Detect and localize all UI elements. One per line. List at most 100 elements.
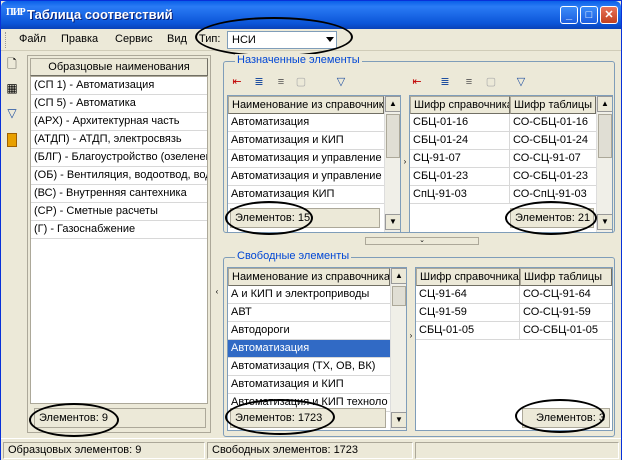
minimize-button[interactable]: _ xyxy=(560,6,578,24)
scrollbar[interactable]: ▲ ▼ xyxy=(596,96,612,232)
free-group-label: Свободные элементы xyxy=(235,250,352,262)
scrollbar[interactable]: ▲ ▼ xyxy=(390,268,406,430)
reference-row[interactable]: (АРХ) - Архитектурная часть xyxy=(31,113,207,131)
close-button[interactable]: ✕ xyxy=(600,6,618,24)
list-item[interactable]: Автоматизация и управление xyxy=(228,168,384,186)
list-clear-icon[interactable]: ▢ xyxy=(293,74,309,90)
assigned-left-list: Наименование из справочник Автоматизация… xyxy=(227,95,401,233)
splitter-collapse-icon[interactable]: ‹ xyxy=(214,275,220,309)
title-bar[interactable]: ПИР Таблица соответствий _ □ ✕ xyxy=(1,1,621,29)
type-select[interactable]: НСИ xyxy=(227,31,337,49)
free-right-list: Шифр справочника Шифр таблицы СЦ-91-64 С… xyxy=(415,267,613,431)
table-cell[interactable]: СО-СЦ-91-59 xyxy=(520,304,612,322)
assigned-right-header-code[interactable]: Шифр справочника xyxy=(410,96,510,114)
list-item-selected[interactable]: Автоматизация xyxy=(228,340,390,358)
list-item[interactable]: А и КИП и электроприводы xyxy=(228,286,390,304)
table-cell[interactable]: СБЦ-01-23 xyxy=(410,168,510,186)
status-bar: Образцовых элементов: 9 Свободных элемен… xyxy=(1,438,621,460)
chevron-down-icon[interactable] xyxy=(326,37,334,42)
scroll-up-icon[interactable]: ▲ xyxy=(391,268,406,284)
list-item[interactable]: Автоматизация КИП xyxy=(228,186,384,204)
menu-file[interactable]: Файл xyxy=(19,33,46,45)
new-document-icon[interactable]: 🗋 xyxy=(5,57,19,71)
splitter-expand-icon[interactable]: › xyxy=(408,319,414,353)
reference-row[interactable]: (ВС) - Внутренняя сантехника xyxy=(31,185,207,203)
table-cell[interactable]: СпЦ-91-03 xyxy=(410,186,510,204)
scroll-thumb[interactable] xyxy=(386,114,400,158)
reference-row[interactable]: (ОБ) - Вентиляция, водоотвод, вод xyxy=(31,167,207,185)
reference-counter: Элементов: 9 xyxy=(34,408,206,428)
reference-row[interactable]: (СП 5) - Автоматика xyxy=(31,95,207,113)
status-reference-count: Образцовых элементов: 9 xyxy=(3,442,205,459)
table-cell[interactable]: СО-СпЦ-91-03 xyxy=(510,186,596,204)
scroll-down-icon[interactable]: ▼ xyxy=(385,214,400,230)
filter-icon[interactable]: ▽ xyxy=(5,106,19,120)
splitter-collapse-icon[interactable]: ⌄ xyxy=(365,237,479,245)
table-cell[interactable]: СБЦ-01-16 xyxy=(410,114,510,132)
list-item[interactable]: Автодороги xyxy=(228,322,390,340)
table-cell[interactable]: СО-СБЦ-01-16 xyxy=(510,114,596,132)
move-left-icon[interactable]: ⇤ xyxy=(229,74,245,90)
table-cell[interactable]: СО-СЦ-91-64 xyxy=(520,286,612,304)
list-item[interactable]: Автоматизация и КИП xyxy=(228,132,384,150)
list-remove-icon[interactable]: ≡ xyxy=(461,74,477,90)
scroll-thumb[interactable] xyxy=(598,114,612,158)
reference-row[interactable]: (Г) - Газоснабжение xyxy=(31,221,207,239)
list-item[interactable]: АВТ xyxy=(228,304,390,322)
scroll-thumb[interactable] xyxy=(392,286,406,306)
list-remove-icon[interactable]: ≡ xyxy=(273,74,289,90)
assigned-right-header-table[interactable]: Шифр таблицы xyxy=(510,96,596,114)
scroll-up-icon[interactable]: ▲ xyxy=(385,96,400,112)
table-cell[interactable]: СО-СБЦ-01-23 xyxy=(510,168,596,186)
list-clear-icon[interactable]: ▢ xyxy=(483,74,499,90)
list-item[interactable]: Автоматизация xyxy=(228,114,384,132)
list-add-icon[interactable]: ≣ xyxy=(437,74,453,90)
move-left-icon[interactable]: ⇤ xyxy=(409,74,425,90)
table-cell[interactable]: СО-СЦ-91-07 xyxy=(510,150,596,168)
reference-list: (СП 1) - Автоматизация (СП 5) - Автомати… xyxy=(30,76,208,404)
splitter-expand-icon[interactable]: › xyxy=(402,145,408,179)
assigned-right-list: Шифр справочника Шифр таблицы СБЦ-01-16 … xyxy=(409,95,613,233)
assigned-left-header[interactable]: Наименование из справочник xyxy=(228,96,384,114)
menu-service[interactable]: Сервис xyxy=(115,33,153,45)
table-cell[interactable]: СЦ-91-07 xyxy=(410,150,510,168)
menu-edit[interactable]: Правка xyxy=(61,33,98,45)
reference-row[interactable]: (СП 1) - Автоматизация xyxy=(31,77,207,95)
list-add-icon[interactable]: ≣ xyxy=(251,74,267,90)
filter-icon[interactable]: ▽ xyxy=(333,74,349,90)
app-logo-icon: ПИР xyxy=(6,7,26,18)
main-window: ПИР Таблица соответствий _ □ ✕ Файл Прав… xyxy=(0,0,622,460)
list-item[interactable]: Автоматизация и управление xyxy=(228,150,384,168)
scrollbar[interactable]: ▲ ▼ xyxy=(384,96,400,232)
free-right-header-table[interactable]: Шифр таблицы xyxy=(520,268,612,286)
reference-row[interactable]: (СР) - Сметные расчеты xyxy=(31,203,207,221)
reference-row[interactable]: (АТДП) - АТДП, электросвязь xyxy=(31,131,207,149)
assigned-right-toolbar: ⇤ ≣ ≡ ▢ ▽ xyxy=(409,71,579,93)
status-free-count: Свободных элементов: 1723 xyxy=(207,442,413,459)
table-cell[interactable]: СО-СБЦ-01-05 xyxy=(520,322,612,340)
reference-panel: Образцовые наименования (СП 1) - Автомат… xyxy=(27,55,211,433)
table-cell[interactable]: СБЦ-01-05 xyxy=(416,322,520,340)
reference-row[interactable]: (БЛГ) - Благоустройство (озеленен xyxy=(31,149,207,167)
scroll-up-icon[interactable]: ▲ xyxy=(597,96,612,112)
list-item[interactable]: Автоматизация и КИП xyxy=(228,376,390,394)
status-empty xyxy=(415,442,619,459)
maximize-button[interactable]: □ xyxy=(580,6,598,24)
table-cell[interactable]: СЦ-91-64 xyxy=(416,286,520,304)
reference-header[interactable]: Образцовые наименования xyxy=(30,58,208,76)
toolbar-grip[interactable] xyxy=(5,32,8,48)
menu-view[interactable]: Вид xyxy=(167,33,187,45)
table-cell[interactable]: СЦ-91-59 xyxy=(416,304,520,322)
table-cell[interactable]: СО-СБЦ-01-24 xyxy=(510,132,596,150)
list-item[interactable]: Автоматизация (ТХ, ОВ, ВК) xyxy=(228,358,390,376)
free-left-header[interactable]: Наименование из справочника xyxy=(228,268,390,286)
scroll-down-icon[interactable]: ▼ xyxy=(391,412,406,428)
edit-table-icon[interactable]: ▦ xyxy=(5,81,19,95)
scroll-down-icon[interactable]: ▼ xyxy=(597,214,612,230)
free-left-counter: Элементов: 1723 xyxy=(230,408,386,428)
free-right-header-code[interactable]: Шифр справочника xyxy=(416,268,520,286)
book-icon[interactable] xyxy=(7,133,17,147)
table-cell[interactable]: СБЦ-01-24 xyxy=(410,132,510,150)
assigned-right-counter: Элементов: 21 xyxy=(510,208,594,228)
filter-icon[interactable]: ▽ xyxy=(513,74,529,90)
